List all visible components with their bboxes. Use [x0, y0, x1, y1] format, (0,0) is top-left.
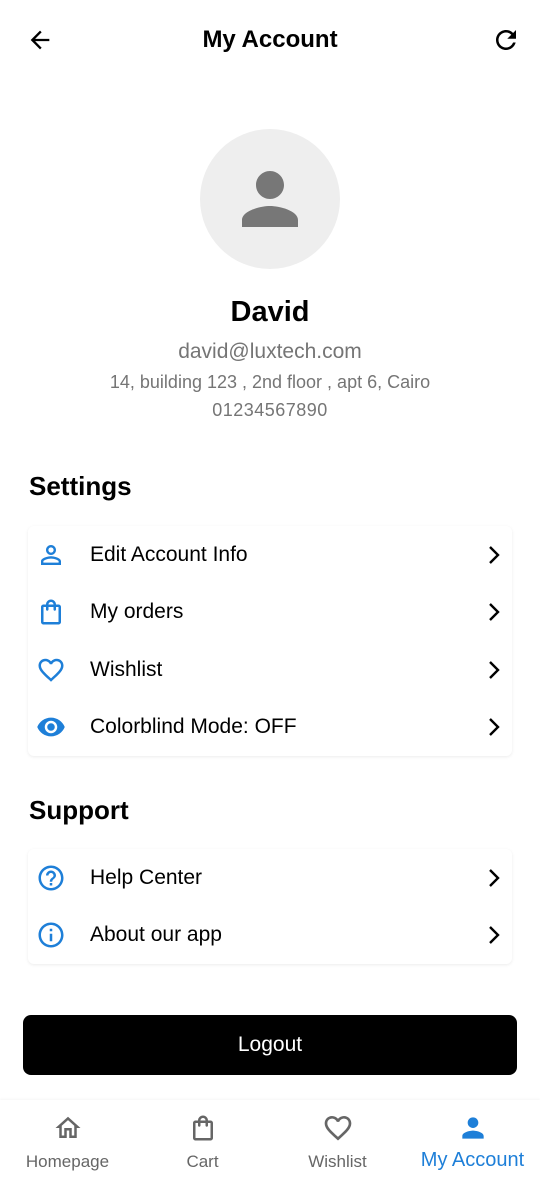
person-outline-icon — [36, 540, 66, 570]
nav-label: Homepage — [25, 1152, 110, 1171]
settings-item-label: Wishlist — [90, 657, 163, 681]
info-circle-icon — [36, 920, 66, 950]
nav-label: Wishlist — [308, 1152, 367, 1171]
nav-homepage[interactable]: Homepage — [0, 1100, 135, 1183]
support-section-title: Support — [29, 795, 129, 825]
heart-outline-icon — [322, 1112, 354, 1144]
settings-section-title: Settings — [29, 471, 132, 501]
person-icon — [457, 1112, 489, 1144]
profile-address: 14, building 123 , 2nd floor , apt 6, Ca… — [109, 372, 431, 392]
chevron-right-icon — [484, 923, 504, 947]
settings-item-label: Edit Account Info — [90, 542, 248, 566]
my-orders-item[interactable]: My orders — [28, 584, 512, 642]
chevron-right-icon — [484, 866, 504, 890]
nav-label: My Account — [420, 1149, 525, 1171]
shopping-bag-icon — [187, 1112, 219, 1144]
chevron-right-icon — [484, 715, 504, 739]
refresh-icon — [496, 30, 516, 50]
profile-name: David — [230, 296, 310, 328]
profile-phone: 01234567890 — [212, 400, 328, 420]
settings-card: Edit Account Info My orders Wishlist Col… — [28, 526, 512, 756]
shopping-bag-icon — [36, 597, 66, 627]
help-circle-icon — [36, 863, 66, 893]
page-title: My Account — [202, 26, 338, 53]
nav-my-account[interactable]: My Account — [405, 1100, 540, 1183]
about-app-item[interactable]: About our app — [28, 907, 512, 965]
heart-outline-icon — [36, 655, 66, 685]
logout-button[interactable]: Logout — [23, 1015, 517, 1075]
avatar — [200, 129, 340, 269]
support-card: Help Center About our app — [28, 849, 512, 964]
nav-wishlist[interactable]: Wishlist — [270, 1100, 405, 1183]
help-center-item[interactable]: Help Center — [28, 849, 512, 907]
chevron-right-icon — [484, 658, 504, 682]
settings-item-label: My orders — [90, 600, 184, 624]
support-item-label: Help Center — [90, 865, 203, 889]
wishlist-item[interactable]: Wishlist — [28, 641, 512, 699]
person-icon — [242, 171, 298, 227]
nav-cart[interactable]: Cart — [135, 1100, 270, 1183]
chevron-right-icon — [484, 600, 504, 624]
support-item-label: About our app — [90, 923, 222, 947]
home-icon — [52, 1112, 84, 1144]
eye-icon — [36, 712, 66, 742]
settings-item-label: Colorblind Mode: OFF — [90, 715, 297, 739]
nav-label: Cart — [186, 1152, 219, 1171]
edit-account-info-item[interactable]: Edit Account Info — [28, 526, 512, 584]
bottom-navigation: Homepage Cart Wishlist My Account — [0, 1100, 540, 1183]
refresh-button[interactable] — [488, 22, 524, 58]
app-bar: My Account — [0, 0, 540, 80]
profile-email: david@luxtech.com — [178, 340, 362, 363]
chevron-right-icon — [484, 543, 504, 567]
colorblind-mode-item[interactable]: Colorblind Mode: OFF — [28, 699, 512, 757]
